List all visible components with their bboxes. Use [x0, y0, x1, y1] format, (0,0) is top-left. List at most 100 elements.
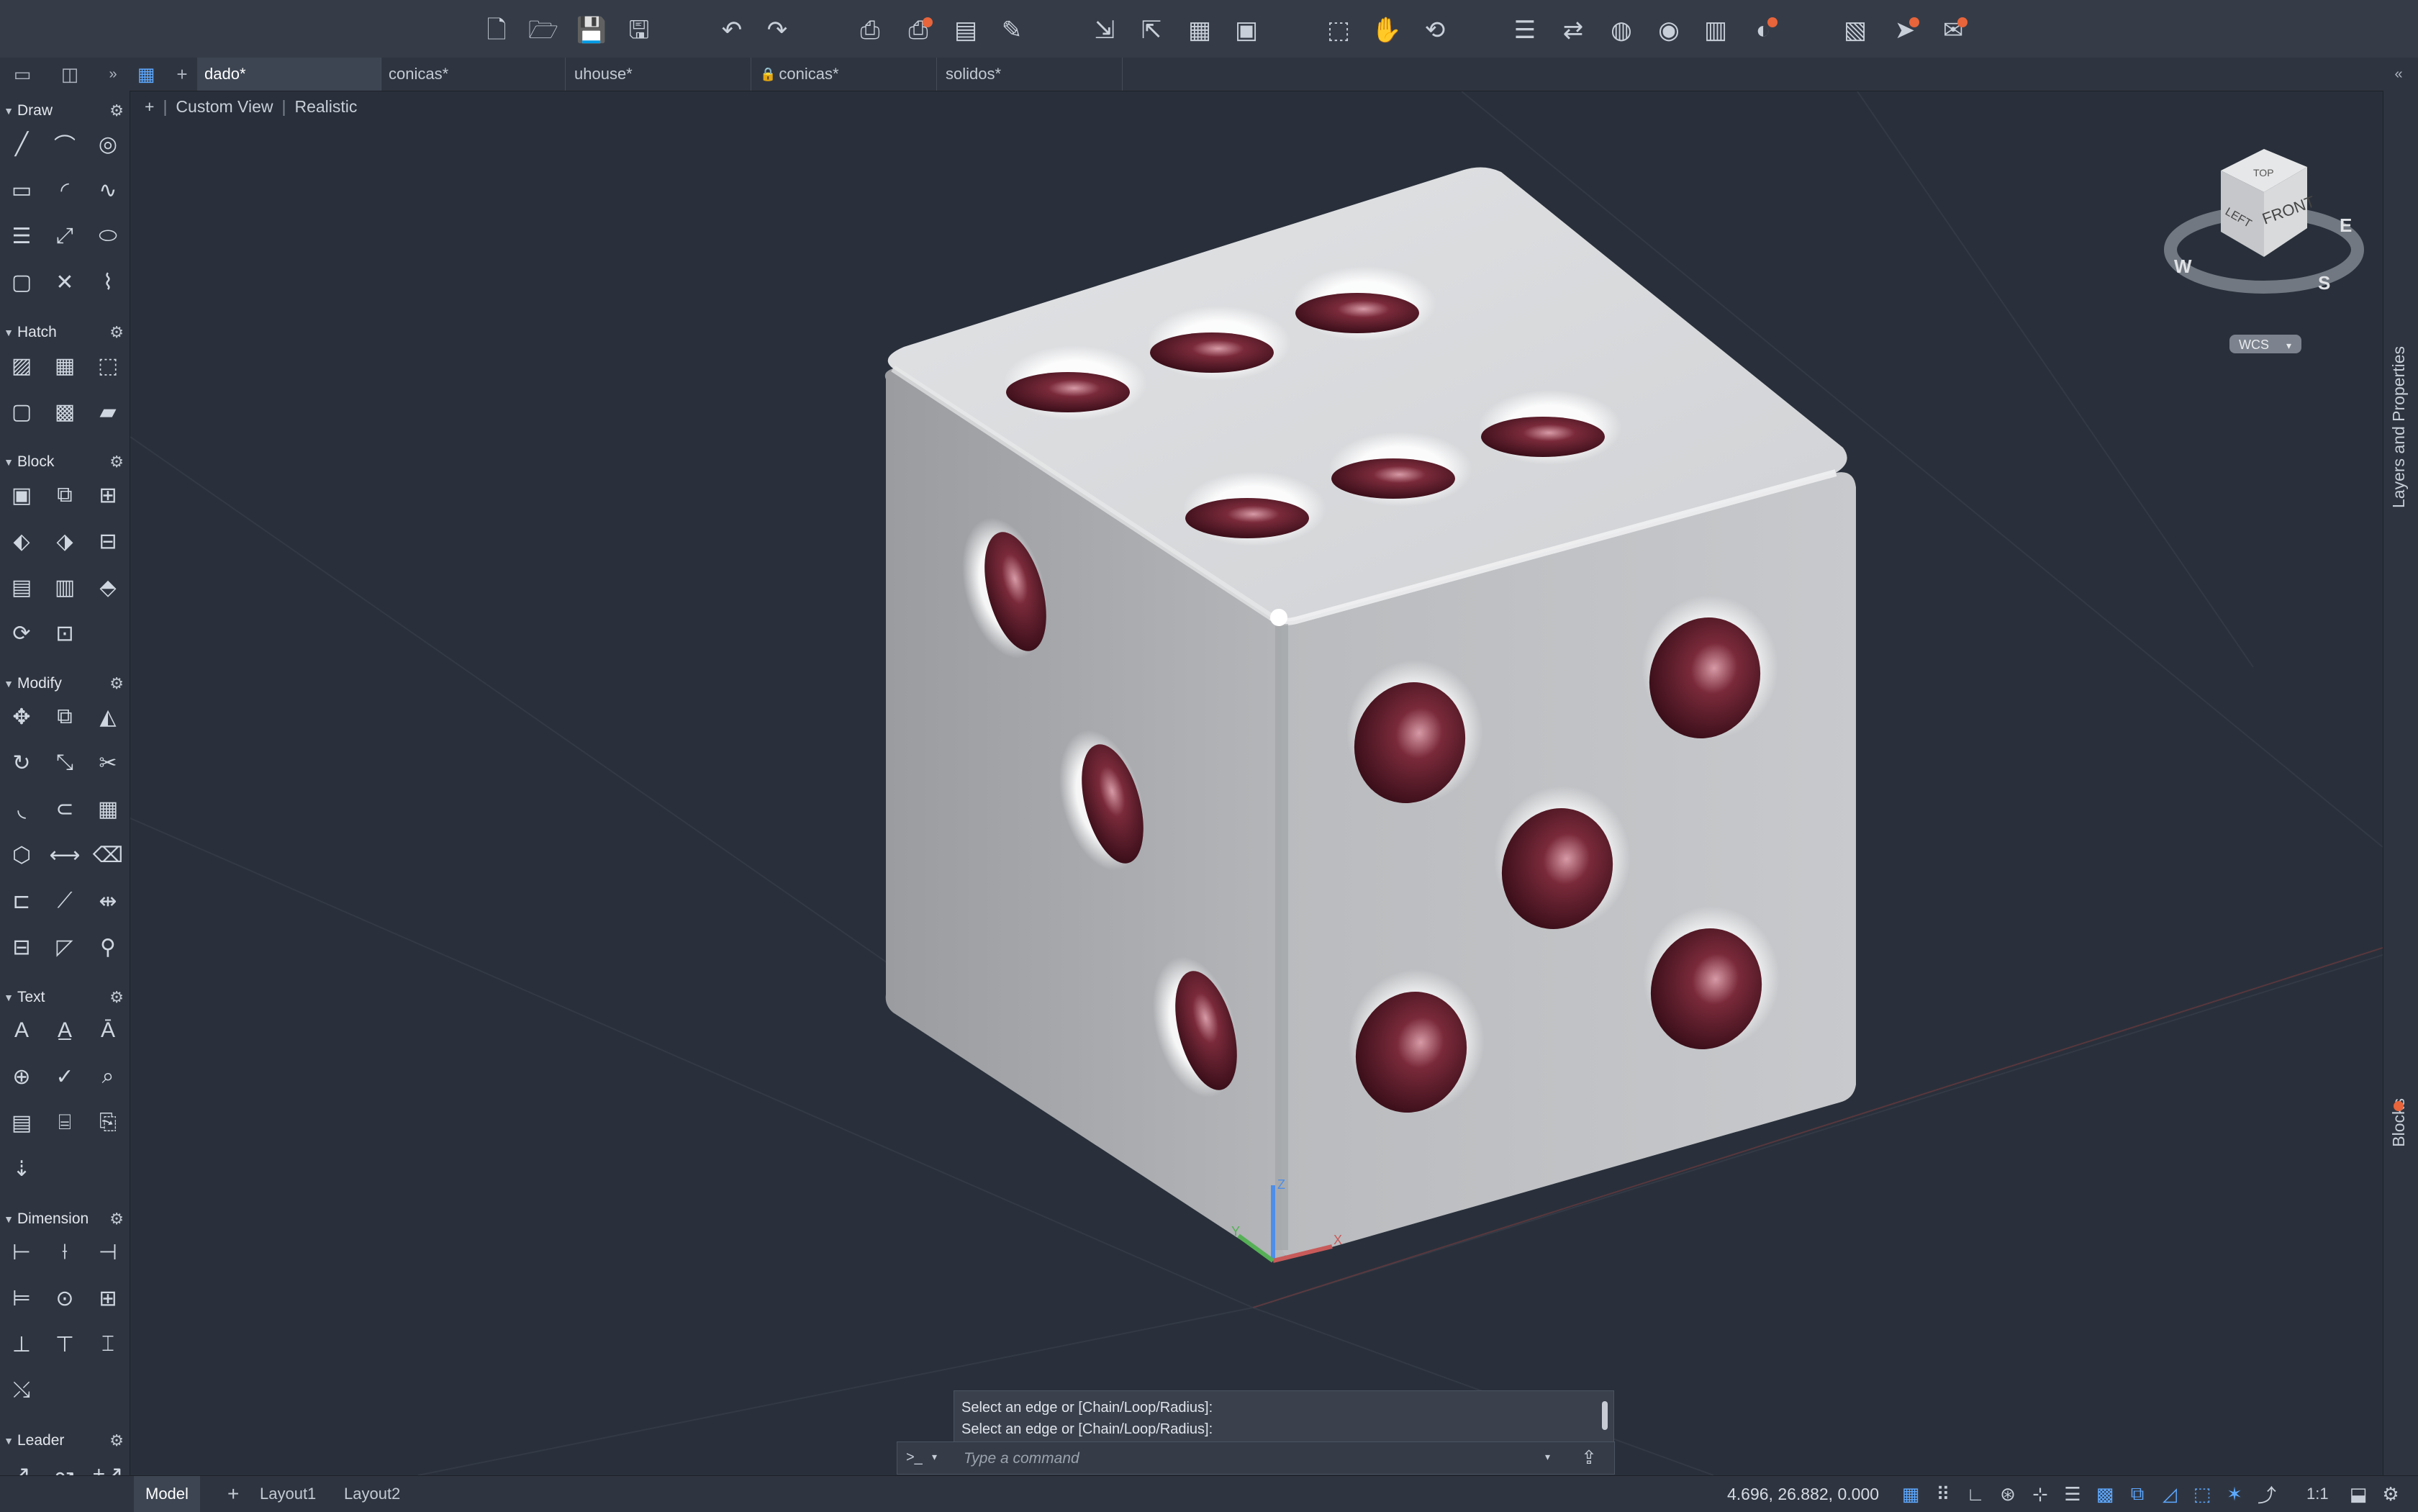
command-prompt-icon[interactable]: >_ [906, 1449, 923, 1466]
hatch-icon[interactable]: ▨ [4, 348, 39, 383]
create-block-icon[interactable]: ▣ [4, 478, 39, 512]
gear-icon[interactable]: ⚙ [109, 323, 124, 342]
polyline-icon[interactable]: ⌒ [47, 127, 82, 161]
edit-attribute-icon[interactable]: ⊟ [91, 524, 125, 558]
join-icon[interactable]: ⇹ [91, 884, 125, 918]
orbit-icon[interactable]: ⟲ [1419, 14, 1451, 46]
collapse-triangle-icon[interactable]: ▼ [0, 1213, 17, 1225]
palette-section-draw[interactable]: ▼ Draw ⚙ [0, 96, 130, 125]
send-icon[interactable]: ➤ [1889, 14, 1921, 46]
gear-icon[interactable]: ⚙ [109, 1431, 124, 1450]
dynamic-ucs-icon[interactable]: ⬚ [2190, 1483, 2214, 1505]
multileader-icon[interactable]: ↝ [47, 1457, 82, 1476]
command-recent-chevron-icon[interactable]: ▾ [1545, 1451, 1550, 1463]
pan-hand-icon[interactable]: ✋ [1371, 14, 1403, 46]
render-icon[interactable]: ◐ [1747, 14, 1779, 46]
trim-line-icon[interactable]: ✕ [47, 265, 82, 299]
tab-solidos-4[interactable]: solidos* [938, 58, 1123, 91]
sidebar-toggle-icon[interactable]: ▭ [10, 62, 35, 86]
gear-icon[interactable]: ⚙ [109, 1210, 124, 1228]
multiline-text-icon[interactable]: A [4, 1013, 39, 1048]
brush-icon[interactable]: ⚲ [91, 930, 125, 964]
continue-dim-icon[interactable]: ⊣ [91, 1235, 125, 1269]
text-style-icon[interactable]: Ā [91, 1013, 125, 1048]
3d-osnap-icon[interactable]: ◿ [2157, 1483, 2182, 1505]
region-icon[interactable]: ▢ [4, 394, 39, 429]
gear-icon[interactable]: ⚙ [109, 453, 124, 471]
aligned-dim-icon[interactable]: ⟊ [47, 1235, 82, 1269]
dice-solid[interactable] [884, 167, 1856, 1260]
layout-icon[interactable]: ▧ [1839, 14, 1871, 46]
palette-section-hatch[interactable]: ▼ Hatch ⚙ [0, 318, 130, 347]
array-icon[interactable]: ▦ [91, 792, 125, 826]
trim-icon[interactable]: ✂ [91, 746, 125, 780]
palette-section-text[interactable]: ▼ Text ⚙ [0, 983, 130, 1012]
collapse-triangle-icon[interactable]: ▼ [0, 678, 17, 689]
annotation-visibility-icon[interactable]: ✶ [2222, 1483, 2247, 1505]
save-as-icon[interactable]: 🖫 [623, 14, 655, 46]
layout-tab-model[interactable]: Model [134, 1476, 200, 1512]
transparency-icon[interactable]: ▩ [2093, 1483, 2117, 1505]
polar-icon[interactable]: ⊛ [1996, 1483, 2020, 1505]
copy-icon[interactable]: ⧉ [47, 700, 82, 734]
share-view-icon[interactable]: ▣ [1231, 14, 1262, 46]
linear-dim-icon[interactable]: ⊢ [4, 1235, 39, 1269]
single-line-text-icon[interactable]: A̲ [47, 1013, 82, 1048]
mail-icon[interactable]: ✉ [1937, 14, 1969, 46]
xref-icon[interactable]: ▥ [1700, 14, 1731, 46]
viewport-scale-icon[interactable]: ⬓ [2346, 1483, 2371, 1505]
add-leader-icon[interactable]: +↗ [91, 1457, 125, 1476]
explode-icon[interactable]: ⬡ [4, 838, 39, 872]
settings-gear-icon[interactable]: ⚙ [2378, 1483, 2403, 1505]
base-point-icon[interactable]: ⬘ [91, 570, 125, 605]
drawing-list-icon[interactable]: ▦ [134, 62, 158, 86]
zoom-window-icon[interactable]: ⬚ [1323, 14, 1354, 46]
collapse-triangle-icon[interactable]: ▼ [0, 105, 17, 117]
rotate-icon[interactable]: ↻ [4, 746, 39, 780]
print-icon[interactable]: ⎙ [854, 14, 886, 46]
batch-plot-icon[interactable]: ⎙ [902, 14, 934, 46]
grid-icon[interactable]: ▦ [1898, 1483, 1923, 1505]
open-file-icon[interactable]: 🗁 [527, 14, 559, 46]
ellipse-icon[interactable]: ⬭ [91, 219, 125, 253]
line-icon[interactable]: ╱ [4, 127, 39, 161]
erase-icon[interactable]: ⌫ [91, 838, 125, 872]
ortho-icon[interactable]: ∟ [1963, 1483, 1988, 1505]
undo-icon[interactable]: ↶ [716, 14, 748, 46]
insert-block-icon[interactable]: ⧉ [47, 478, 82, 512]
command-prompt-chevron-icon[interactable]: ▾ [932, 1451, 937, 1463]
publish-icon[interactable]: ✎ [996, 14, 1028, 46]
command-history-scrollbar[interactable] [1602, 1401, 1608, 1430]
palette-section-dimension[interactable]: ▼ Dimension ⚙ [0, 1205, 130, 1233]
collapse-triangle-icon[interactable]: ▼ [0, 456, 17, 468]
gear-icon[interactable]: ⚙ [109, 101, 124, 120]
ordinate-dim-icon[interactable]: ⊞ [91, 1281, 125, 1316]
selection-cycling-icon[interactable]: ⧉ [2125, 1482, 2150, 1505]
view-name-button[interactable]: Custom View [176, 97, 273, 117]
command-input[interactable] [962, 1447, 1526, 1471]
revcloud-icon[interactable]: ⌇ [91, 265, 125, 299]
region-icon[interactable]: ▢ [4, 265, 39, 299]
dim-break-icon[interactable]: ⊥ [4, 1327, 39, 1362]
scale-icon[interactable]: ⤡ [47, 746, 82, 780]
layer-manager-icon[interactable]: ◍ [1606, 14, 1637, 46]
collapse-triangle-icon[interactable]: ▼ [0, 327, 17, 338]
gear-icon[interactable]: ⚙ [109, 674, 124, 693]
find-text-icon[interactable]: ⊕ [4, 1059, 39, 1094]
tab-conicas-1[interactable]: conicas* [381, 58, 566, 91]
add-layout-button[interactable]: + [216, 1476, 250, 1512]
palette-section-block[interactable]: ▼ Block ⚙ [0, 448, 130, 476]
move-icon[interactable]: ✥ [4, 700, 39, 734]
properties-icon[interactable]: ☰ [1509, 14, 1541, 46]
pdf-import-icon[interactable]: ⇣ [4, 1151, 39, 1186]
layer-states-icon[interactable]: ◉ [1653, 14, 1685, 46]
layout-tab-layout1[interactable]: Layout1 [248, 1476, 327, 1512]
visual-style-button[interactable]: Realistic [294, 97, 357, 117]
attribute-icon[interactable]: ⬖ [4, 524, 39, 558]
snap-icon[interactable]: ⠿ [1931, 1483, 1955, 1505]
find-replace-icon[interactable]: ⌕ [91, 1059, 125, 1094]
text-field-icon[interactable]: ⌸ [47, 1105, 82, 1140]
stretch-icon[interactable]: ⟷ [47, 838, 82, 872]
dim-style-icon[interactable]: ⌶ [91, 1327, 125, 1362]
baseline-dim-icon[interactable]: ⊨ [4, 1281, 39, 1316]
